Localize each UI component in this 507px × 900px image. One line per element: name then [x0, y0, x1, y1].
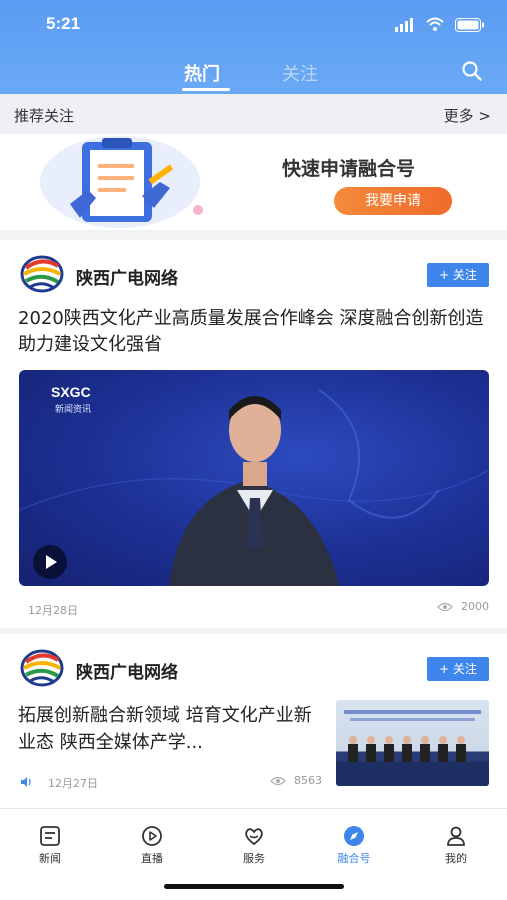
service-heart-icon: [245, 828, 263, 846]
audio-icon[interactable]: [20, 776, 32, 788]
video-thumbnail[interactable]: SXGC 新闻资讯: [19, 370, 489, 586]
active-tab-indicator: [182, 88, 230, 91]
live-play-icon: [142, 826, 162, 846]
view-count-value: 2000: [461, 600, 489, 613]
feed-card[interactable]: 陕西广电网络 + 关注 拓展创新融合新领域 培育文化产业新业态 陕西全媒体产学.…: [0, 634, 507, 810]
tabbar-label-service: 服务: [243, 852, 265, 865]
recommend-title: 推荐关注: [14, 107, 75, 125]
article-thumbnail[interactable]: [336, 700, 489, 786]
article-title[interactable]: 2020陕西文化产业高质量发展合作峰会 深度融合创新创造助力建设文化强省: [18, 306, 490, 358]
eye-icon: [437, 602, 453, 612]
follow-button[interactable]: + 关注: [427, 263, 489, 287]
recommend-more-link[interactable]: 更多 >: [444, 105, 491, 126]
wifi-icon: [426, 17, 444, 31]
tabbar-label-live: 直播: [141, 852, 163, 865]
sxgd-logo-icon: [20, 649, 64, 687]
view-count: 2000: [437, 600, 489, 613]
channel-logo: SXGC 新闻资讯: [49, 382, 139, 416]
profile-icon: [447, 826, 465, 846]
status-bar: 5:21: [0, 0, 507, 48]
home-indicator[interactable]: [164, 884, 344, 889]
apply-button[interactable]: 我要申请: [334, 187, 452, 215]
play-icon: [46, 555, 57, 569]
tabbar-item-rongheh[interactable]: 融合号: [324, 825, 384, 866]
top-header: 5:21 热门 关注: [0, 0, 507, 94]
follow-button[interactable]: + 关注: [427, 657, 489, 681]
clipboard-illustration: [40, 136, 203, 228]
view-count-value: 8563: [294, 774, 322, 787]
tabbar-item-live[interactable]: 直播: [122, 825, 182, 866]
source-name[interactable]: 陕西广电网络: [76, 658, 178, 683]
tab-hot[interactable]: 热门: [184, 60, 220, 86]
banner-title: 快速申请融合号: [282, 158, 416, 180]
status-time: 5:21: [46, 14, 81, 33]
tabbar-label-mine: 我的: [445, 852, 467, 865]
source-name[interactable]: 陕西广电网络: [76, 264, 178, 289]
conference-image: [336, 710, 489, 786]
apply-banner[interactable]: 快速申请融合号 我要申请: [0, 134, 507, 230]
article-title[interactable]: 拓展创新融合新领域 培育文化产业新业态 陕西全媒体产学...: [18, 702, 318, 756]
tabbar-label-rongheh: 融合号: [337, 852, 371, 865]
tabbar-item-news[interactable]: 新闻: [20, 825, 80, 866]
recommend-row: 推荐关注 更多 >: [0, 94, 507, 134]
eye-icon: [270, 776, 286, 786]
search-icon[interactable]: [461, 60, 483, 82]
feed-card[interactable]: 陕西广电网络 + 关注 2020陕西文化产业高质量发展合作峰会 深度融合创新创造…: [0, 240, 507, 628]
tabbar-item-service[interactable]: 服务: [224, 825, 284, 866]
publish-date: 12月28日: [28, 604, 78, 617]
compass-icon: [344, 826, 364, 846]
news-icon: [40, 826, 60, 846]
channel-logo-text: SXGC: [51, 384, 91, 400]
channel-logo-subtext: 新闻资讯: [55, 405, 92, 415]
tab-follow[interactable]: 关注: [282, 60, 318, 86]
signal-icon: [395, 18, 413, 32]
publish-date: 12月27日: [48, 777, 98, 790]
sxgd-logo-icon: [20, 255, 64, 293]
play-button[interactable]: [33, 545, 67, 579]
tabbar-label-news: 新闻: [39, 852, 61, 865]
tabbar-item-mine[interactable]: 我的: [426, 825, 486, 866]
battery-icon: [455, 18, 484, 32]
view-count: 8563: [270, 774, 322, 787]
